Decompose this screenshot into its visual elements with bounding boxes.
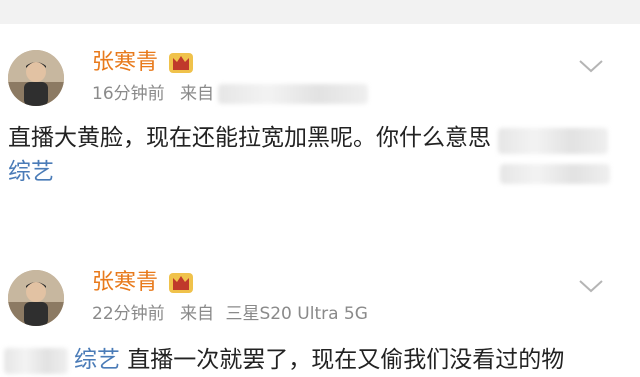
source-label: 来自 — [180, 304, 215, 324]
avatar[interactable] — [8, 270, 64, 326]
post-device: 三星S20 Ultra 5G — [225, 304, 368, 324]
post-body: 直播大黄脸，现在还能拉宽加黑呢。你什么意思 — [8, 125, 491, 151]
post-meta: 22分钟前 来自 三星S20 Ultra 5G — [92, 304, 378, 324]
chevron-down-icon[interactable] — [578, 278, 604, 294]
post-body-line: 综艺 直播一次就罢了，现在又偷我们没看过的物 — [74, 344, 564, 377]
topic-tag[interactable]: 综艺 — [74, 347, 120, 373]
blurred-text — [498, 128, 608, 154]
crown-badge-icon — [169, 273, 193, 293]
post-time: 22分钟前 — [92, 304, 165, 324]
avatar-photo — [8, 50, 64, 106]
top-bar — [0, 0, 640, 24]
post-body: 直播一次就罢了，现在又偷我们没看过的物 — [120, 347, 565, 373]
crown-badge-icon — [169, 53, 193, 73]
chevron-down-icon[interactable] — [578, 58, 604, 74]
avatar[interactable] — [8, 50, 64, 106]
blurred-text — [4, 348, 68, 374]
avatar-photo — [8, 270, 64, 326]
blurred-source — [218, 84, 368, 104]
username[interactable]: 张寒青 — [92, 270, 158, 296]
source-label: 来自 — [180, 84, 215, 104]
post-time: 16分钟前 — [92, 84, 165, 104]
topic-tag[interactable]: 综艺 — [8, 156, 54, 189]
post-meta: 16分钟前 来自 — [92, 84, 220, 104]
username[interactable]: 张寒青 — [92, 50, 158, 76]
blurred-text — [500, 164, 610, 184]
